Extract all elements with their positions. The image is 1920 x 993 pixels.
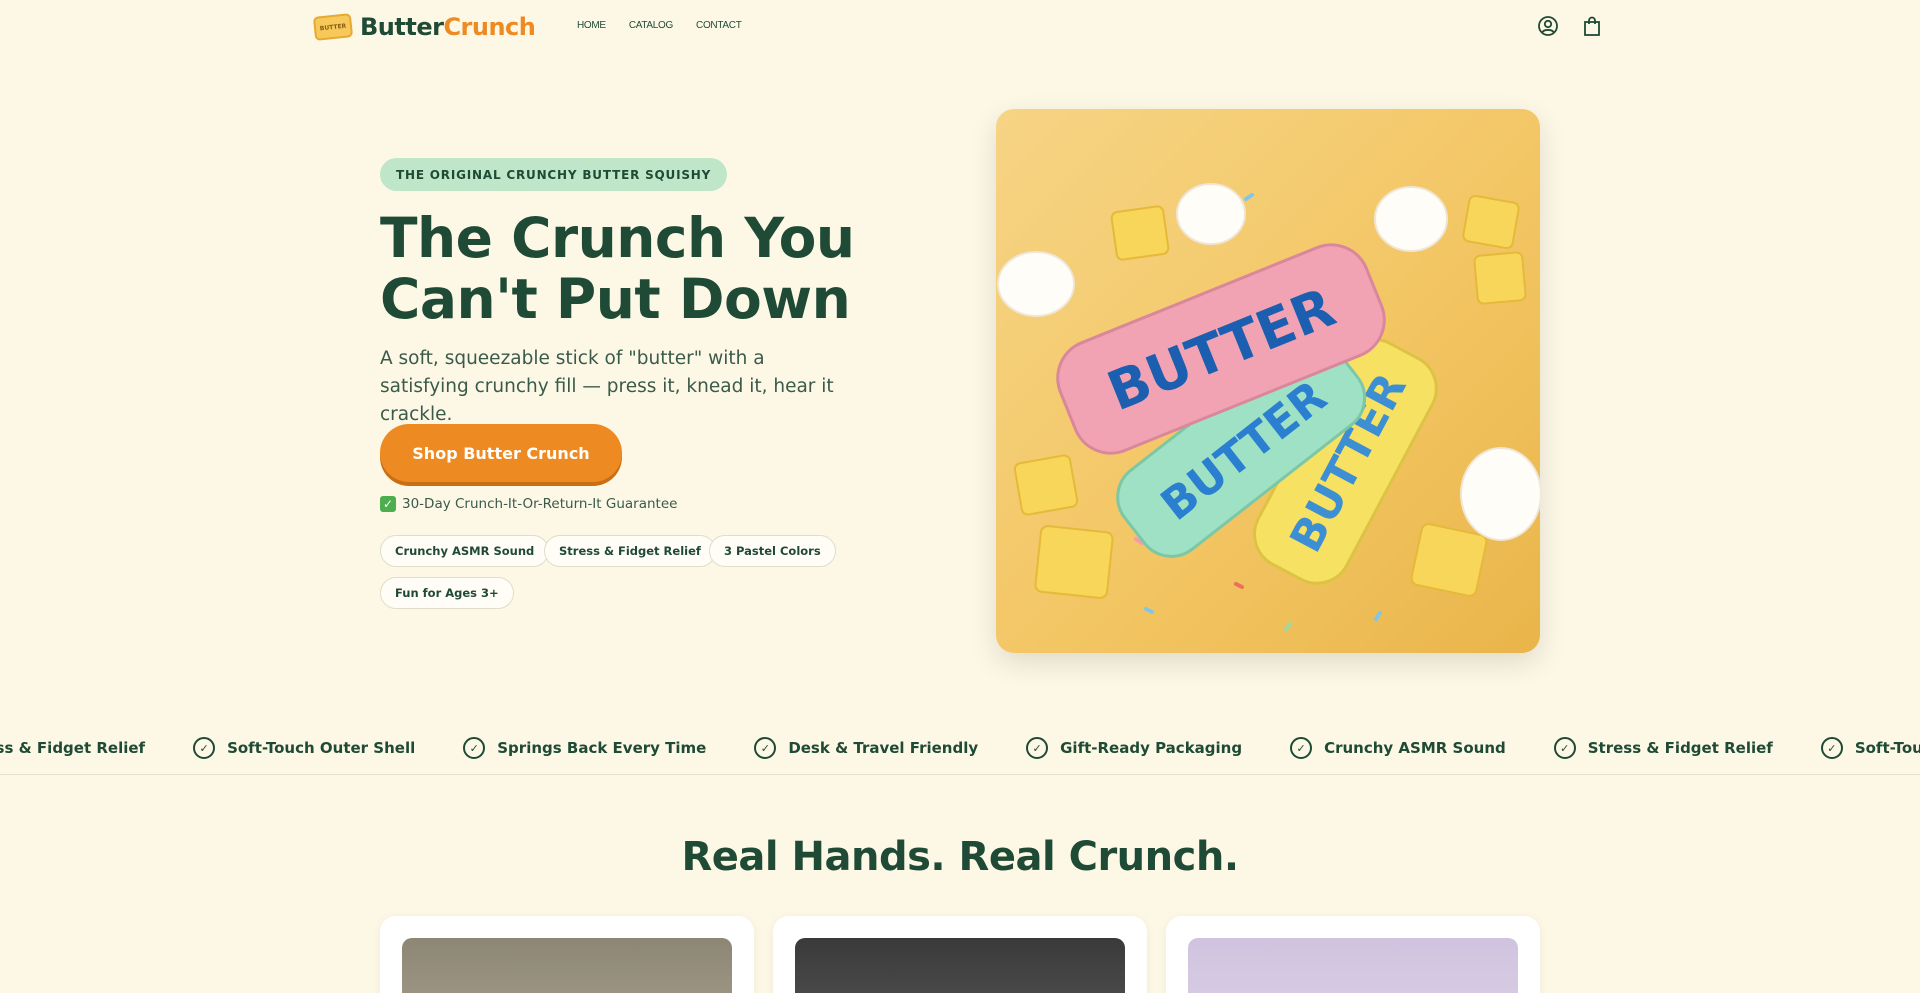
butter-logo-icon: BUTTER — [312, 13, 354, 41]
nav-catalog[interactable]: CATALOG — [629, 20, 674, 31]
check-circle-icon: ✓ — [463, 737, 486, 759]
marquee-label: Desk & Travel Friendly — [788, 739, 979, 757]
marquee-label: Gift-Ready Packaging — [1060, 739, 1243, 757]
card-thumbnail — [402, 938, 732, 993]
feature-pill: 3 Pastel Colors — [709, 535, 836, 567]
hero-eyebrow-badge: THE ORIGINAL CRUNCHY BUTTER SQUISHY — [380, 158, 728, 191]
check-mark-icon: ✓ — [380, 496, 396, 512]
card-thumbnail — [795, 938, 1125, 993]
brand-logo[interactable]: BUTTER ButterCrunch — [312, 12, 536, 42]
video-card[interactable] — [380, 916, 754, 993]
main-nav: HOME CATALOG CONTACT — [577, 20, 742, 31]
video-card[interactable] — [773, 916, 1147, 993]
marquee-item: Stress & Fidget Relief — [0, 737, 145, 759]
marquee-label: Stress & Fidget Relief — [0, 739, 146, 757]
check-circle-icon: ✓ — [1290, 737, 1313, 759]
hero-product-image: BUTTER BUTTER BUTTER — [996, 109, 1540, 653]
nav-contact[interactable]: CONTACT — [696, 20, 742, 31]
check-circle-icon: ✓ — [1553, 737, 1576, 759]
marquee-track: Stress & Fidget Relief ✓ Soft-Touch Outer … — [0, 737, 1920, 759]
feature-pill: Stress & Fidget Relief — [544, 535, 716, 567]
marquee-item: ✓ Soft-Touch Outer Shell — [1820, 737, 1920, 759]
marquee-label: Crunchy ASMR Sound — [1324, 739, 1506, 757]
card-thumbnail — [1188, 938, 1518, 993]
feature-pill: Crunchy ASMR Sound — [380, 535, 550, 567]
feature-marquee: Stress & Fidget Relief ✓ Soft-Touch Outer … — [0, 723, 1920, 775]
hero-subtitle: A soft, squeezable stick of "butter" wit… — [380, 348, 834, 425]
shop-now-button[interactable]: Shop Butter Crunch — [380, 424, 622, 482]
marquee-item: ✓ Desk & Travel Friendly — [754, 737, 978, 759]
marquee-label: Springs Back Every Time — [497, 739, 707, 757]
brand-name-part-2: Crunch — [443, 13, 536, 41]
butter-squishy-illustration: BUTTER BUTTER BUTTER — [997, 183, 1540, 631]
hero-title: The Crunch You Can't Put Down — [380, 206, 855, 331]
section-title: Real Hands. Real Crunch. — [681, 834, 1239, 880]
video-card[interactable] — [1166, 916, 1540, 993]
brand-name-part-1: Butter — [360, 13, 444, 41]
marquee-label: Soft-Touch Outer Shell — [227, 739, 416, 757]
guarantee-note: ✓ 30-Day Crunch-It-Or-Return-It Guarante… — [380, 496, 677, 512]
check-circle-icon: ✓ — [1820, 737, 1843, 759]
check-circle-icon: ✓ — [1026, 737, 1049, 759]
check-circle-icon: ✓ — [754, 737, 777, 759]
site-header: BUTTER ButterCrunch HOME CATALOG CONTACT — [0, 0, 1920, 54]
marquee-item: ✓ Gift-Ready Packaging — [1026, 737, 1242, 759]
guarantee-text: 30-Day Crunch-It-Or-Return-It Guarantee — [402, 496, 678, 512]
check-circle-icon: ✓ — [193, 737, 216, 759]
marquee-label: Stress & Fidget Relief — [1587, 739, 1773, 757]
brand-name: ButterCrunch — [360, 13, 536, 41]
account-icon[interactable] — [1537, 15, 1559, 37]
feature-pill: Fun for Ages 3+ — [380, 577, 514, 609]
marquee-item: ✓ Springs Back Every Time — [463, 737, 706, 759]
marquee-label: Soft-Touch Outer Shell — [1854, 739, 1920, 757]
marquee-item: ✓ Stress & Fidget Relief — [1553, 737, 1773, 759]
marquee-item: ✓ Soft-Touch Outer Shell — [193, 737, 415, 759]
nav-home[interactable]: HOME — [577, 20, 606, 31]
marquee-item: ✓ Crunchy ASMR Sound — [1290, 737, 1506, 759]
shopping-bag-icon[interactable] — [1581, 15, 1603, 37]
